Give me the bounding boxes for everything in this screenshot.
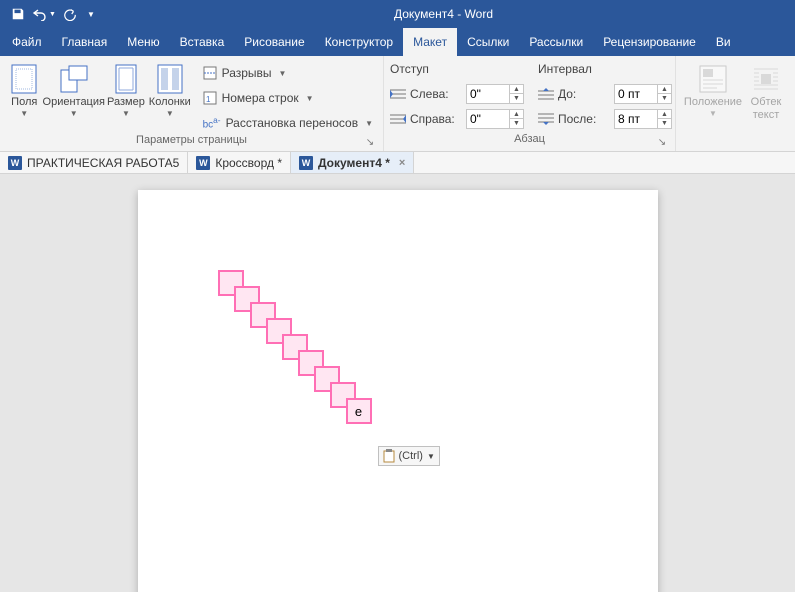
- word-document-icon: W: [299, 156, 313, 170]
- tab-menu[interactable]: Меню: [117, 28, 169, 56]
- word-document-icon: W: [8, 156, 22, 170]
- spacing-after-spinner[interactable]: ▲▼: [614, 109, 672, 129]
- tab-mailings[interactable]: Рассылки: [519, 28, 593, 56]
- hyphenation-button[interactable]: bca- Расстановка переносов ▼: [199, 112, 377, 134]
- chevron-down-icon: ▼: [6, 109, 43, 118]
- tab-design[interactable]: Конструктор: [315, 28, 403, 56]
- spacing-before-input[interactable]: [615, 85, 657, 103]
- spin-up-icon[interactable]: ▲: [510, 85, 523, 94]
- wrap-text-button: Обтек текст: [744, 60, 788, 122]
- window-title: Документ4 - Word: [98, 7, 789, 21]
- redo-button[interactable]: [58, 3, 82, 25]
- chevron-down-icon: ▼: [279, 69, 287, 78]
- margins-button[interactable]: Поля ▼: [6, 60, 43, 118]
- spin-up-icon[interactable]: ▲: [510, 110, 523, 119]
- dialog-launcher-icon[interactable]: ↘: [655, 135, 669, 149]
- quick-access-toolbar: ▼ ▼: [6, 3, 98, 25]
- breaks-button[interactable]: Разрывы ▼: [199, 62, 377, 84]
- document-tab-label: ПРАКТИЧЕСКАЯ РАБОТА5: [27, 156, 179, 170]
- chevron-down-icon: ▼: [306, 94, 314, 103]
- spacing-before-spinner[interactable]: ▲▼: [614, 84, 672, 104]
- tab-view[interactable]: Ви: [706, 28, 741, 56]
- breaks-icon: [203, 66, 217, 80]
- tab-layout[interactable]: Макет: [403, 28, 457, 56]
- spacing-before-label: До:: [558, 87, 610, 101]
- chevron-down-icon: ▼: [365, 119, 373, 128]
- line-numbers-icon: 1: [203, 91, 217, 105]
- indent-left-icon: [390, 88, 406, 100]
- tab-home[interactable]: Главная: [52, 28, 118, 56]
- wrap-text-icon: [744, 62, 788, 96]
- chevron-down-icon: ▼: [682, 109, 744, 118]
- group-label: Параметры страницы: [136, 134, 247, 146]
- paste-options-label: (Ctrl): [399, 450, 423, 462]
- crossword-cell[interactable]: е: [346, 398, 372, 424]
- document-tab[interactable]: W Документ4 * ×: [291, 152, 414, 173]
- tab-file[interactable]: Файл: [2, 28, 52, 56]
- position-button: Положение ▼: [682, 60, 744, 118]
- spacing-after-label: После:: [558, 112, 610, 126]
- indent-label: Отступ: [390, 62, 524, 80]
- dialog-launcher-icon[interactable]: ↘: [363, 135, 377, 149]
- title-bar: ▼ ▼ Документ4 - Word: [0, 0, 795, 28]
- ribbon: Поля ▼ Ориентация ▼ Размер ▼: [0, 56, 795, 152]
- group-arrange: Положение ▼ Обтек текст: [676, 56, 795, 151]
- chevron-down-icon: ▼: [43, 109, 105, 118]
- orientation-icon: [43, 62, 105, 96]
- size-icon: [105, 62, 147, 96]
- indent-right-input[interactable]: [467, 110, 509, 128]
- tab-insert[interactable]: Вставка: [170, 28, 235, 56]
- paste-options-button[interactable]: (Ctrl) ▼: [378, 446, 440, 466]
- chevron-down-icon: ▼: [427, 452, 435, 461]
- indent-left-input[interactable]: [467, 85, 509, 103]
- document-workspace[interactable]: е (Ctrl) ▼: [0, 174, 795, 592]
- indent-right-icon: [390, 113, 406, 125]
- margins-icon: [6, 62, 43, 96]
- spacing-label: Интервал: [538, 62, 672, 80]
- document-page[interactable]: е (Ctrl) ▼: [138, 190, 658, 592]
- spacing-before-icon: [538, 88, 554, 100]
- document-tab-label: Документ4 *: [318, 156, 390, 170]
- undo-button[interactable]: ▼: [32, 3, 56, 25]
- indent-left-label: Слева:: [410, 87, 462, 101]
- spin-up-icon[interactable]: ▲: [658, 110, 671, 119]
- svg-text:1: 1: [206, 95, 211, 104]
- spin-down-icon[interactable]: ▼: [658, 94, 671, 103]
- group-page-setup: Поля ▼ Ориентация ▼ Размер ▼: [0, 56, 384, 151]
- group-label: Абзац: [514, 133, 545, 145]
- indent-left-spinner[interactable]: ▲▼: [466, 84, 524, 104]
- columns-icon: [147, 62, 193, 96]
- spin-down-icon[interactable]: ▼: [510, 94, 523, 103]
- spin-up-icon[interactable]: ▲: [658, 85, 671, 94]
- tab-review[interactable]: Рецензирование: [593, 28, 706, 56]
- document-tab-label: Кроссворд *: [215, 156, 282, 170]
- chevron-down-icon: ▼: [147, 109, 193, 118]
- tab-references[interactable]: Ссылки: [457, 28, 519, 56]
- qat-customize[interactable]: ▼: [84, 3, 98, 25]
- spacing-after-icon: [538, 113, 554, 125]
- position-icon: [682, 62, 744, 96]
- size-button[interactable]: Размер ▼: [105, 60, 147, 118]
- word-document-icon: W: [196, 156, 210, 170]
- line-numbers-button[interactable]: 1 Номера строк ▼: [199, 87, 377, 109]
- clipboard-icon: [383, 449, 395, 463]
- tab-draw[interactable]: Рисование: [234, 28, 314, 56]
- spin-down-icon[interactable]: ▼: [510, 119, 523, 128]
- save-button[interactable]: [6, 3, 30, 25]
- orientation-button[interactable]: Ориентация ▼: [43, 60, 105, 118]
- document-tabs: W ПРАКТИЧЕСКАЯ РАБОТА5 W Кроссворд * W Д…: [0, 152, 795, 174]
- hyphenation-icon: bca-: [203, 115, 221, 130]
- columns-button[interactable]: Колонки ▼: [147, 60, 193, 118]
- close-icon[interactable]: ×: [399, 157, 405, 169]
- document-tab[interactable]: W ПРАКТИЧЕСКАЯ РАБОТА5: [0, 152, 188, 173]
- document-tab[interactable]: W Кроссворд *: [188, 152, 291, 173]
- spacing-after-input[interactable]: [615, 110, 657, 128]
- spin-down-icon[interactable]: ▼: [658, 119, 671, 128]
- chevron-down-icon: ▼: [105, 109, 147, 118]
- ribbon-tabs: Файл Главная Меню Вставка Рисование Конс…: [0, 28, 795, 56]
- group-paragraph: Отступ Слева: ▲▼ Справа: ▲▼: [384, 56, 676, 151]
- indent-right-spinner[interactable]: ▲▼: [466, 109, 524, 129]
- indent-right-label: Справа:: [410, 112, 462, 126]
